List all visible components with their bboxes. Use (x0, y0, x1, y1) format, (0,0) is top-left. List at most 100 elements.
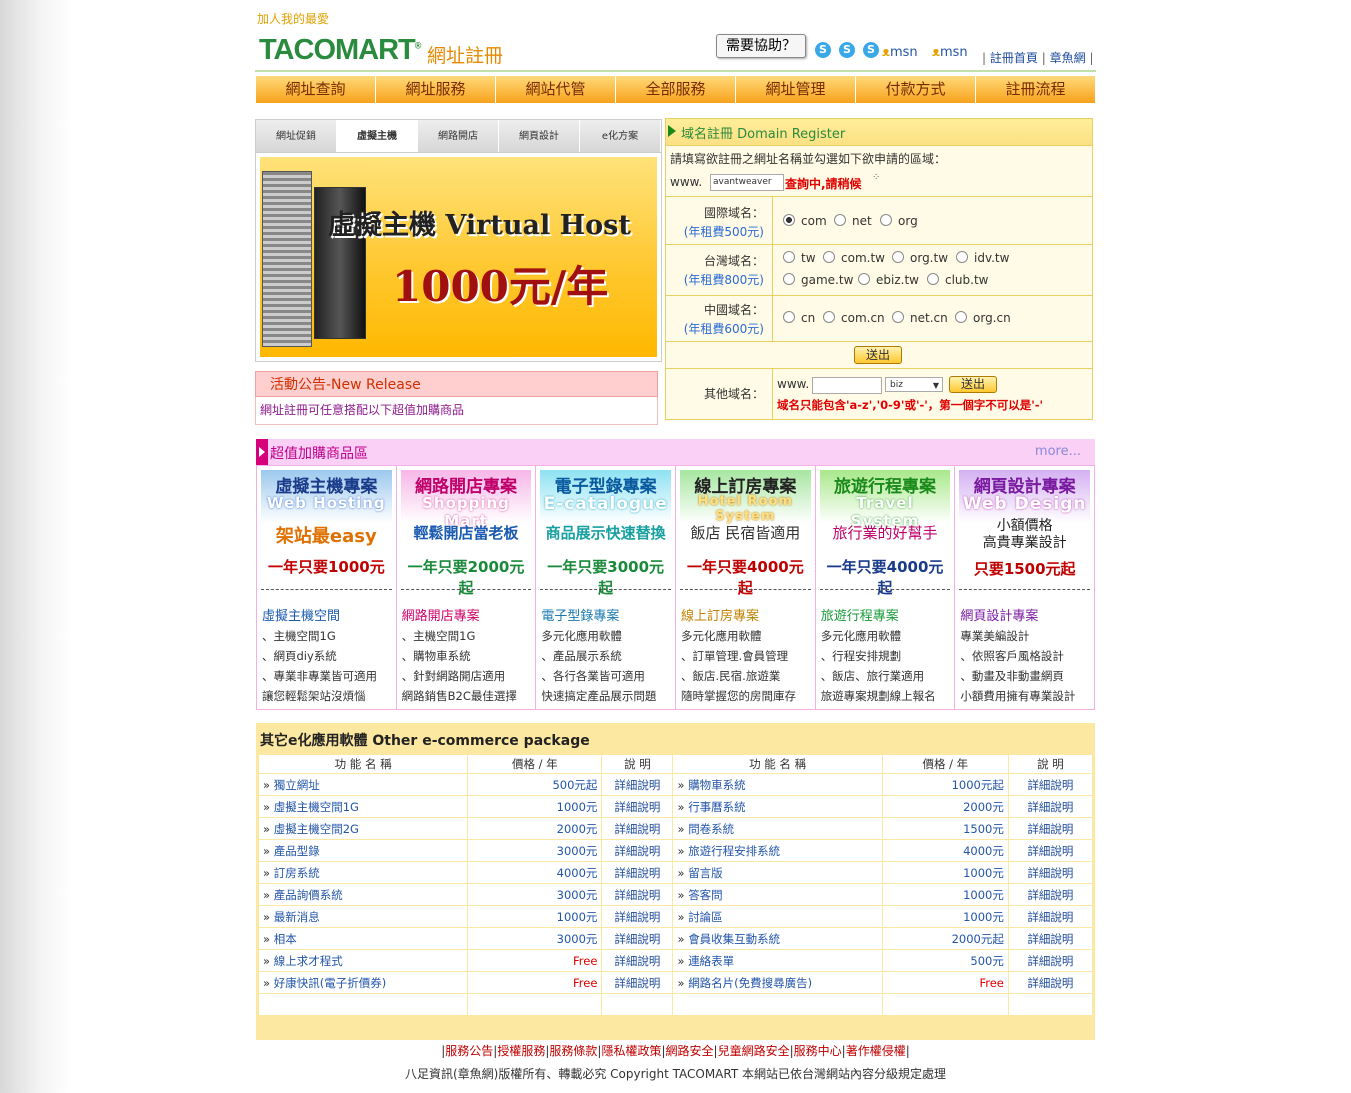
package-name-link[interactable]: 留言版 (672, 861, 883, 884)
nav-payment[interactable]: 付款方式 (856, 76, 976, 103)
nav-all-services[interactable]: 全部服務 (616, 76, 736, 103)
logo[interactable]: TACOMART® (259, 34, 421, 67)
product-title[interactable]: 網路開店專案 (402, 605, 480, 624)
nav-domain-manage[interactable]: 網址管理 (736, 76, 856, 103)
detail-link[interactable]: 詳細說明 (1007, 773, 1094, 796)
radio-com-tw[interactable]: com.tw (823, 251, 885, 265)
help-button[interactable]: 需要協助？ (716, 34, 806, 58)
radio-com[interactable]: com (783, 214, 827, 228)
package-name-link[interactable]: 訂房系統 (257, 861, 469, 884)
tld-select[interactable]: biz ▼ (885, 377, 943, 392)
detail-link[interactable]: 詳細說明 (1007, 905, 1094, 928)
news-item[interactable]: 網址註冊可任意搭配以下超值加購商品 (255, 397, 658, 425)
skype-icon[interactable]: S (839, 42, 855, 58)
product-image[interactable]: 電子型錄專案 E-catalogue 商品展示快速替換 一年只要3000元起 (540, 470, 672, 597)
other-submit-button[interactable]: 送出 (949, 376, 997, 393)
detail-link[interactable]: 詳細說明 (1007, 861, 1094, 884)
detail-link[interactable]: 詳細說明 (601, 861, 674, 884)
footer-link[interactable]: 服務條款 (549, 1044, 597, 1058)
radio-com-cn[interactable]: com.cn (823, 311, 885, 325)
nav-hosting[interactable]: 網站代管 (496, 76, 616, 103)
package-name-link[interactable]: 行事曆系統 (672, 795, 883, 818)
detail-link[interactable]: 詳細說明 (1007, 949, 1094, 972)
radio-tw[interactable]: tw (783, 251, 816, 265)
msn-icon[interactable]: ᴥmsn (882, 44, 918, 60)
detail-link[interactable]: 詳細說明 (601, 817, 674, 840)
add-favorite-link[interactable]: 加人我的最愛 (257, 10, 329, 27)
detail-link[interactable]: 詳細說明 (601, 883, 674, 906)
package-name-link[interactable]: 獨立網址 (257, 773, 469, 796)
radio-org-cn[interactable]: org.cn (955, 311, 1011, 325)
package-name-link[interactable]: 會員收集互動系統 (672, 927, 883, 950)
skype-icon[interactable]: S (863, 42, 879, 58)
radio-game-tw[interactable]: game.tw (783, 273, 853, 287)
detail-link[interactable]: 詳細說明 (1007, 971, 1094, 994)
package-name-link[interactable]: 購物車系統 (672, 773, 883, 796)
tab-web-design[interactable]: 網頁設計 (499, 120, 580, 154)
footer-link[interactable]: 著作權侵權 (846, 1044, 906, 1058)
other-domain-input[interactable] (812, 377, 882, 394)
tab-virtual-host[interactable]: 虛擬主機 (337, 120, 418, 154)
package-name-link[interactable]: 好康快訊(電子折價券) (257, 971, 469, 994)
package-name-link[interactable]: 網路名片(免費搜尋廣告) (672, 971, 883, 994)
tab-online-shop[interactable]: 網路開店 (418, 120, 499, 154)
detail-link[interactable]: 詳細說明 (601, 927, 674, 950)
footer-link[interactable]: 隱私權政策 (601, 1044, 661, 1058)
detail-link[interactable]: 詳細說明 (1007, 839, 1094, 862)
radio-net[interactable]: net (834, 214, 872, 228)
register-home-link[interactable]: 註冊首頁 (990, 51, 1038, 65)
package-name-link[interactable]: 答客問 (672, 883, 883, 906)
package-name-link[interactable]: 線上求才程式 (257, 949, 469, 972)
detail-link[interactable]: 詳細說明 (1007, 795, 1094, 818)
product-image[interactable]: 旅遊行程專案 Travel System 旅行業的好幫手 一年只要4000元起 (819, 470, 951, 597)
tacomart-link[interactable]: 章魚網 (1050, 51, 1086, 65)
detail-link[interactable]: 詳細說明 (601, 971, 674, 994)
product-title[interactable]: 網頁設計專案 (960, 605, 1038, 624)
radio-org-tw[interactable]: org.tw (892, 251, 948, 265)
tab-e-solution[interactable]: e化方案 (580, 120, 661, 154)
package-name-link[interactable]: 產品詢價系統 (257, 883, 469, 906)
package-name-link[interactable]: 最新消息 (257, 905, 469, 928)
package-name-link[interactable]: 討論區 (672, 905, 883, 928)
footer-link[interactable]: 服務中心 (794, 1044, 842, 1058)
package-name-link[interactable]: 連絡表單 (672, 949, 883, 972)
product-title[interactable]: 電子型錄專案 (541, 605, 619, 624)
nav-process[interactable]: 註冊流程 (976, 76, 1096, 103)
detail-link[interactable]: 詳細說明 (601, 795, 674, 818)
product-image[interactable]: 線上訂房專案 Hotel Room System 飯店 民宿皆適用 一年只要40… (680, 470, 811, 597)
detail-link[interactable]: 詳細說明 (601, 773, 674, 796)
radio-cn[interactable]: cn (783, 311, 815, 325)
radio-org[interactable]: org (880, 214, 918, 228)
package-name-link[interactable]: 問卷系統 (672, 817, 883, 840)
detail-link[interactable]: 詳細說明 (1007, 817, 1094, 840)
nav-domain-service[interactable]: 網址服務 (376, 76, 496, 103)
detail-link[interactable]: 詳細說明 (601, 949, 674, 972)
product-image[interactable]: 虛擬主機專案 Web Hosting 架站最easy 一年只要1000元 (261, 470, 392, 588)
product-image[interactable]: 網路開店專案 Shopping Mart 輕鬆開店當老板 一年只要2000元起 (400, 470, 532, 597)
package-name-link[interactable]: 相本 (257, 927, 469, 950)
detail-link[interactable]: 詳細說明 (1007, 927, 1094, 950)
msn-icon[interactable]: ᴥmsn (932, 44, 968, 60)
detail-link[interactable]: 詳細說明 (1007, 883, 1094, 906)
detail-link[interactable]: 詳細說明 (601, 839, 674, 862)
radio-club-tw[interactable]: club.tw (927, 273, 989, 287)
tab-domain-promo[interactable]: 網址促銷 (256, 120, 337, 154)
detail-link[interactable]: 詳細說明 (601, 905, 674, 928)
radio-ebiz-tw[interactable]: ebiz.tw (858, 273, 919, 287)
nav-domain-query[interactable]: 網址查詢 (256, 76, 376, 103)
virtual-host-banner[interactable]: 虛擬主機 Virtual Host 1000元/年 (260, 157, 657, 357)
package-name-link[interactable]: 旅遊行程安排系統 (672, 839, 883, 862)
more-link[interactable]: more... (1035, 444, 1081, 459)
domain-input[interactable]: avantweaver (710, 174, 784, 191)
package-name-link[interactable]: 虛擬主機空間2G (257, 817, 469, 840)
package-name-link[interactable]: 產品型錄 (257, 839, 469, 862)
radio-net-cn[interactable]: net.cn (892, 311, 948, 325)
package-name-link[interactable]: 虛擬主機空間1G (257, 795, 469, 818)
product-image[interactable]: 網頁設計專案 Web Design 小額價格 高貴專業設計 只要1500元起 (959, 470, 1091, 588)
footer-link[interactable]: 授權服務 (497, 1044, 545, 1058)
footer-link[interactable]: 服務公告 (445, 1044, 493, 1058)
skype-icon[interactable]: S (815, 42, 831, 58)
footer-link[interactable]: 網路安全 (666, 1044, 714, 1058)
product-title[interactable]: 虛擬主機空間 (262, 605, 340, 624)
footer-link[interactable]: 兒童網路安全 (718, 1044, 790, 1058)
